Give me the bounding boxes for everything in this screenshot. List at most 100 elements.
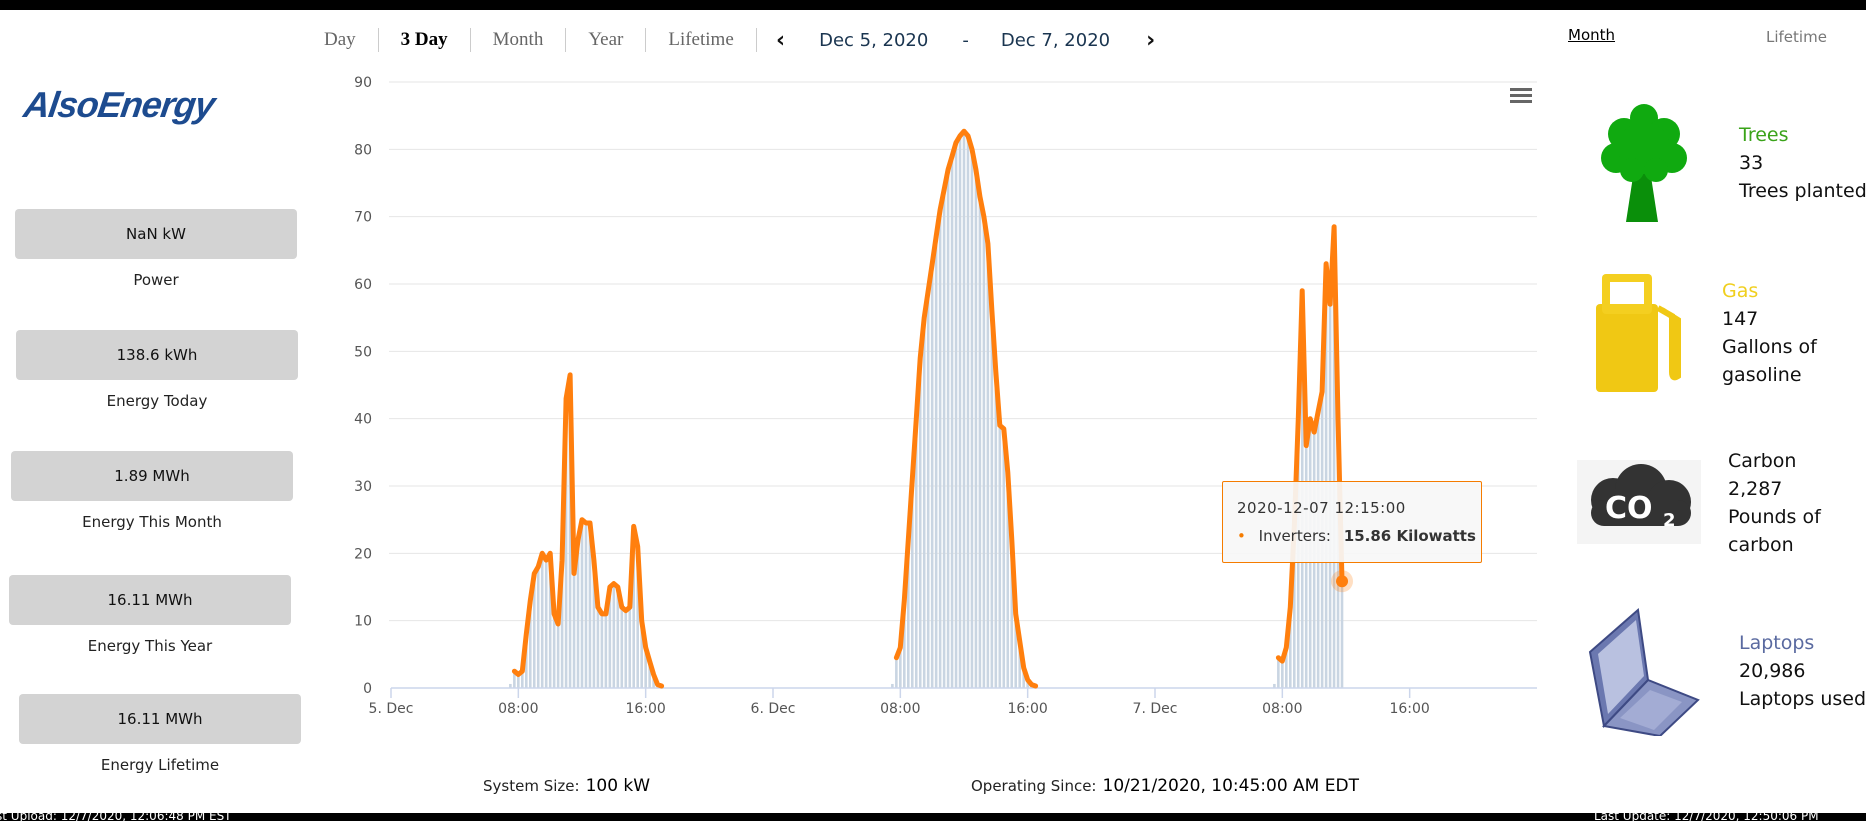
gas-pump-icon (1596, 274, 1681, 392)
tree-icon (1601, 104, 1687, 222)
x-tick-label: 08:00 (1262, 701, 1302, 717)
co2-cloud-icon: CO 2 (1577, 460, 1701, 544)
bar (986, 243, 990, 688)
menu-icon[interactable] (1510, 88, 1532, 103)
bar (628, 607, 632, 688)
y-axis-labels: 0 10 20 30 40 50 60 70 80 90 (354, 75, 372, 697)
bar (966, 135, 970, 688)
bar (934, 236, 938, 688)
series-dot-icon: • (1237, 527, 1246, 545)
equivalent-title: Carbon (1728, 450, 1797, 472)
bar (982, 216, 986, 688)
last-update-text: Last Update: 12/7/2020, 12:50:06 PM (1594, 813, 1819, 821)
system-size-value: 100 kW (585, 776, 651, 796)
bar (1281, 661, 1284, 688)
x-tick-label: 16:00 (1007, 701, 1047, 717)
y-tick-label: 0 (363, 681, 372, 697)
bar (958, 135, 962, 688)
bar (620, 607, 624, 688)
system-size-label: System Size: (483, 777, 580, 795)
bar (990, 310, 994, 688)
y-tick-label: 50 (354, 344, 372, 360)
bar (556, 624, 560, 688)
x-tick-label: 08:00 (880, 701, 920, 717)
x-tick-label: 08:00 (498, 701, 538, 717)
y-tick-label: 20 (354, 546, 372, 562)
x-tick-label: 16:00 (625, 701, 665, 717)
y-tick-label: 80 (354, 142, 372, 158)
y-tick-label: 70 (354, 210, 372, 226)
tooltip-series-name: Inverters: (1258, 527, 1331, 545)
bar (946, 169, 950, 689)
bar (612, 583, 616, 688)
tab-equiv-month[interactable]: Month (1568, 26, 1615, 44)
bar (938, 209, 942, 688)
bar (572, 573, 576, 688)
x-tick-label: 6. Dec (751, 701, 796, 717)
equivalent-desc: Gallons of gasoline (1722, 336, 1817, 386)
bar (970, 149, 974, 689)
chart-tooltip: 2020-12-07 12:15:00 • Inverters: 15.86 K… (1222, 481, 1482, 563)
bar (552, 613, 556, 688)
bar (998, 425, 1002, 688)
equivalent-carbon: Carbon 2,287 Pounds of carbon (1728, 447, 1838, 559)
equivalent-gas: Gas 147 Gallons of gasoline (1722, 277, 1832, 389)
operating-since: Operating Since: 10/21/2020, 10:45:00 AM … (971, 776, 1359, 796)
x-axis: 5. Dec 08:00 16:00 6. Dec 08:00 16:00 7. Dec 08… (369, 687, 1537, 717)
svg-text:2: 2 (1663, 510, 1676, 531)
bar (544, 560, 548, 688)
system-size: System Size: 100 kW (483, 776, 650, 796)
tooltip-series-row: • Inverters: 15.86 Kilowatts (1237, 527, 1476, 545)
bar (1340, 581, 1344, 688)
bar (604, 613, 608, 688)
tab-equiv-lifetime[interactable]: Lifetime (1766, 28, 1827, 46)
bar (954, 142, 958, 689)
x-tick-label: 5. Dec (369, 701, 414, 717)
hover-marker (1331, 570, 1354, 593)
bar (1277, 657, 1280, 688)
bar (536, 566, 540, 688)
equivalent-title: Trees (1739, 124, 1789, 146)
y-tick-label: 30 (354, 479, 372, 495)
bar (994, 371, 998, 688)
equivalent-trees: Trees 33 Trees planted (1739, 121, 1866, 205)
bar (942, 189, 946, 688)
last-upload-text: Last Upload: 12/7/2020, 12:06:48 PM EST (0, 813, 232, 821)
bar (540, 553, 544, 688)
bar (974, 169, 978, 689)
bar (1002, 428, 1006, 688)
bar (930, 263, 934, 688)
y-tick-label: 90 (354, 75, 372, 91)
energy-chart: 0 10 20 30 40 50 60 70 80 90 5. Dec 08:00 16:00 6. D… (354, 75, 1537, 717)
bar (950, 156, 954, 689)
equivalent-desc: Trees planted (1739, 180, 1866, 202)
tooltip-time: 2020-12-07 12:15:00 (1237, 499, 1406, 517)
x-tick-label: 7. Dec (1133, 701, 1178, 717)
bar (922, 317, 926, 688)
bar (580, 519, 584, 688)
bar (624, 610, 628, 688)
equivalent-value: 20,986 (1739, 660, 1806, 682)
bar (926, 290, 930, 688)
bar (978, 196, 982, 688)
equivalent-desc: Laptops used (1739, 688, 1866, 710)
equivalent-laptops: Laptops 20,986 Laptops used (1739, 629, 1866, 713)
y-tick-label: 10 (354, 614, 372, 630)
tooltip-value: 15.86 Kilowatts (1343, 527, 1476, 545)
stat-label: Energy Lifetime (100, 756, 220, 774)
x-tick-label: 16:00 (1389, 701, 1429, 717)
status-bar: Last Upload: 12/7/2020, 12:06:48 PM EST … (0, 813, 1866, 821)
chart-bars (509, 131, 1344, 689)
y-tick-label: 60 (354, 277, 372, 293)
equivalent-title: Laptops (1739, 632, 1815, 654)
equivalent-title: Gas (1722, 280, 1759, 302)
bar (584, 523, 588, 688)
y-tick-label: 40 (354, 412, 372, 428)
operating-since-label: Operating Since: (971, 777, 1097, 795)
laptop-icon (1588, 608, 1700, 736)
equivalent-value: 33 (1739, 152, 1764, 174)
bar (962, 131, 966, 689)
bar (895, 657, 898, 688)
bar (596, 607, 600, 688)
svg-text:CO: CO (1605, 491, 1653, 526)
